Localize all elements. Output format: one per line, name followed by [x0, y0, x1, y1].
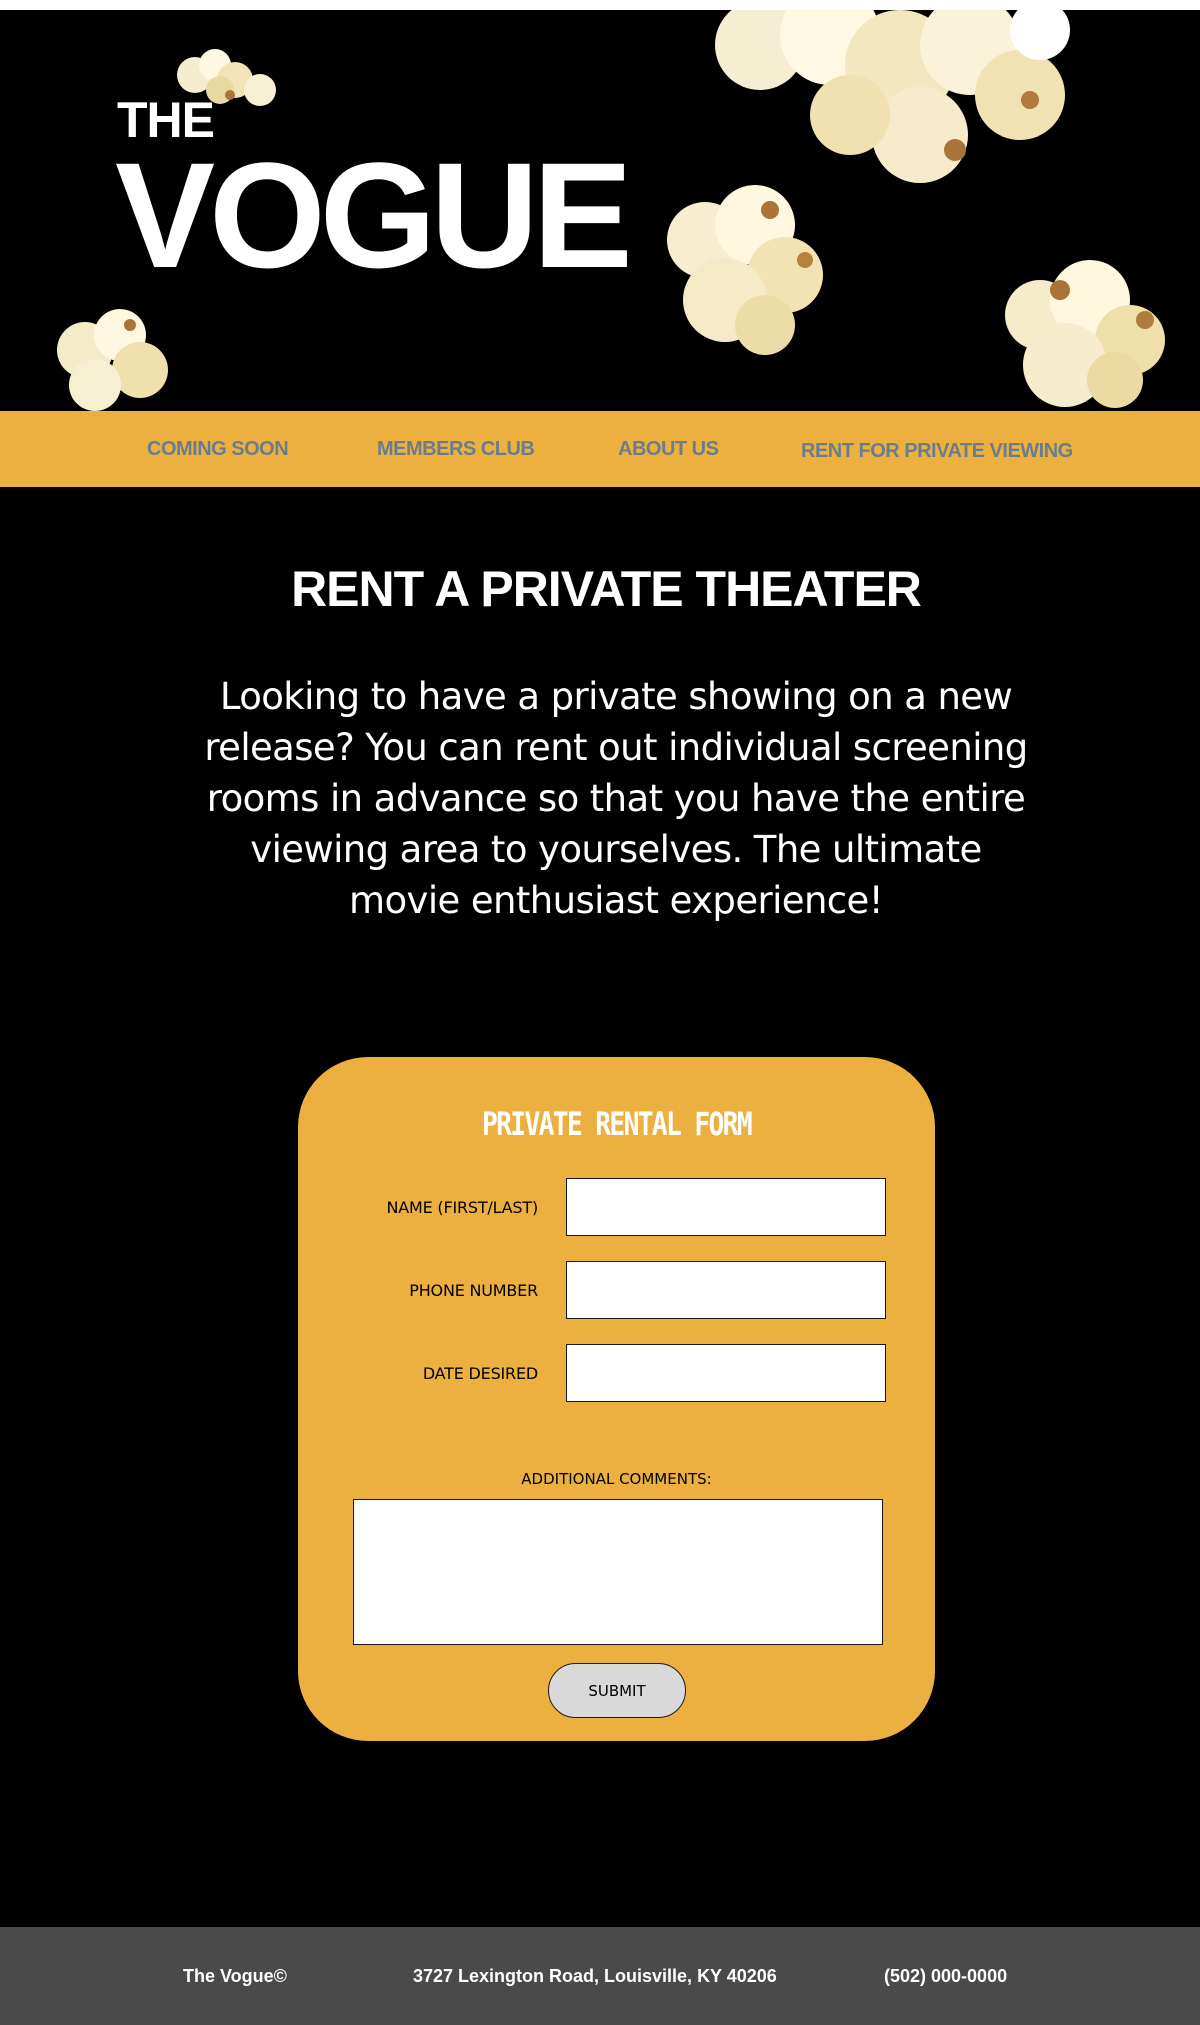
page: THE VOGUE COMING SOON MEMBERS CLUB ABOUT…: [0, 0, 1200, 2025]
nav-about-us[interactable]: ABOUT US: [618, 411, 719, 487]
nav-coming-soon[interactable]: COMING SOON: [147, 411, 289, 487]
popcorn-image: [667, 185, 823, 355]
footer-brand: The Vogue©: [183, 1966, 287, 1986]
nav-rent-private-viewing[interactable]: RENT FOR PRIVATE VIEWING: [801, 413, 1073, 489]
private-rental-form: PRIVATE RENTAL FORM NAME (FIRST/LAST) PH…: [298, 1057, 935, 1741]
form-title: PRIVATE RENTAL FORM: [481, 1105, 753, 1143]
name-label: NAME (FIRST/LAST): [386, 1198, 538, 1217]
main-content: RENT A PRIVATE THEATER Looking to have a…: [0, 487, 1200, 1927]
logo-vogue: VOGUE: [115, 131, 633, 299]
hero-banner: THE VOGUE: [0, 10, 1200, 411]
phone-label: PHONE NUMBER: [409, 1281, 538, 1300]
nav-members-club[interactable]: MEMBERS CLUB: [377, 411, 535, 487]
intro-text: Looking to have a private showing on a n…: [204, 675, 1028, 922]
popcorn-image: [1005, 260, 1165, 408]
footer: The Vogue© 3727 Lexington Road, Louisvil…: [0, 1927, 1200, 2025]
footer-address: 3727 Lexington Road, Louisville, KY 4020…: [413, 1966, 777, 1986]
comments-textarea[interactable]: [353, 1499, 883, 1645]
page-title: RENT A PRIVATE THEATER: [291, 561, 922, 617]
phone-input[interactable]: [566, 1261, 886, 1319]
comments-label: ADDITIONAL COMMENTS:: [521, 1470, 712, 1488]
footer-phone: (502) 000-0000: [884, 1966, 1008, 1986]
popcorn-image: [57, 309, 168, 411]
name-input[interactable]: [566, 1178, 886, 1236]
submit-button[interactable]: SUBMIT: [548, 1663, 686, 1718]
date-input[interactable]: [566, 1344, 886, 1402]
date-label: DATE DESIRED: [422, 1364, 538, 1383]
main-nav: COMING SOON MEMBERS CLUB ABOUT US RENT F…: [0, 411, 1200, 487]
